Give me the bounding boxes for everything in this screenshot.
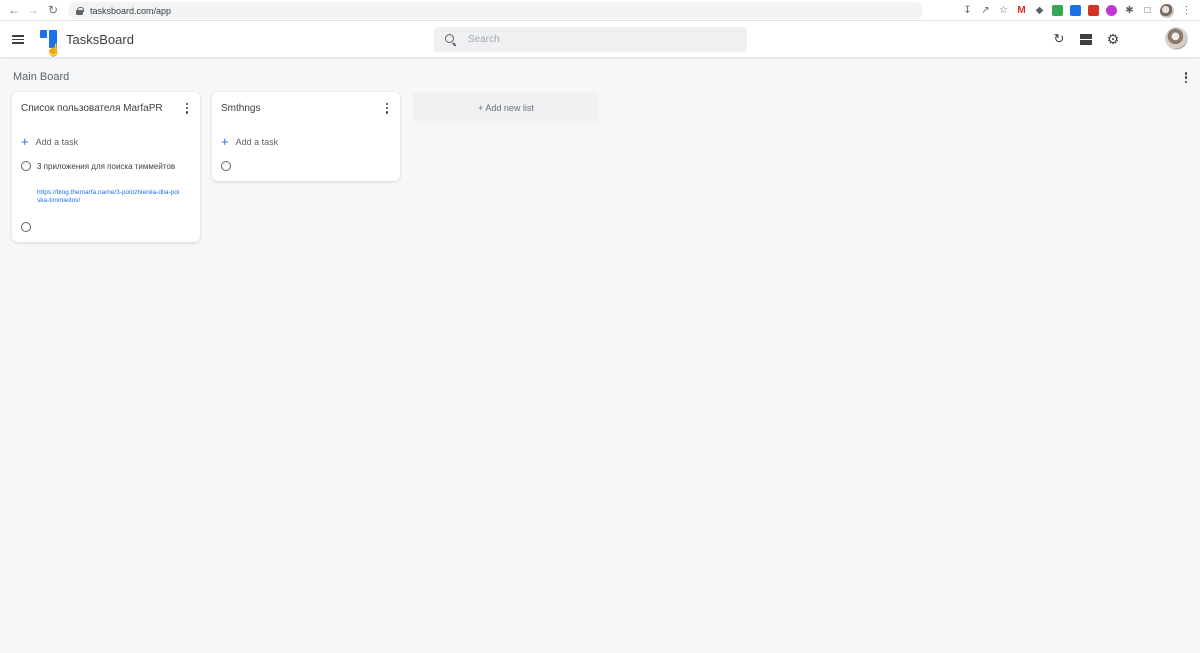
gear-icon[interactable]: ⚙ [1105,31,1121,47]
puzzle-icon[interactable]: ✱ [1124,5,1135,16]
plus-icon: + [221,134,229,149]
list-options-icon[interactable] [384,102,390,114]
new-task-checkbox[interactable] [221,161,231,171]
app-name[interactable]: TasksBoard [66,32,134,47]
board-options-icon[interactable] [1181,71,1191,84]
browser-toolbar: ← → ↻ tasksboard.com/app ↧ ↗ ☆ M ◆ ✱ □ ⋮ [0,0,1200,21]
add-new-list-button[interactable]: + Add new list [413,92,599,123]
diamond-extension-icon[interactable]: ◆ [1034,5,1045,16]
search-input[interactable] [468,34,728,45]
extension-toolbar: ↧ ↗ ☆ M ◆ ✱ □ ⋮ [962,0,1192,21]
board-title[interactable]: Main Board [13,71,69,83]
green-extension-icon[interactable] [1052,5,1063,16]
share-icon[interactable]: ↗ [980,5,991,16]
lock-icon [76,6,84,15]
kebab-menu-icon[interactable]: ⋮ [1181,5,1192,16]
layout-view-icon[interactable] [1078,31,1094,47]
red-extension-icon[interactable] [1088,5,1099,16]
search-icon [445,33,457,46]
install-icon[interactable]: ↧ [962,5,973,16]
new-task-checkbox[interactable] [21,222,31,232]
url-text: tasksboard.com/app [90,5,172,16]
list-options-icon[interactable] [184,102,190,114]
pink-extension-icon[interactable] [1106,5,1117,16]
plus-icon: + [21,134,29,149]
task-link[interactable]: https://blog.themarfa.name/3-polozhienii… [37,189,182,205]
profile-icon[interactable] [1160,3,1174,18]
refresh-icon[interactable]: ↻ [1051,31,1067,47]
list-title[interactable]: Smthngs [221,103,260,114]
forward-icon[interactable]: → [23,0,43,21]
gmail-extension-icon[interactable]: M [1016,5,1027,16]
side-panel-icon[interactable]: □ [1142,5,1153,16]
blue-extension-icon[interactable] [1070,5,1081,16]
pointer-cursor-icon: ☝ [46,43,61,57]
app-header: TasksBoard ↻ ⚙ [0,21,1200,58]
add-task-button[interactable]: + Add a task [21,135,78,148]
back-icon[interactable]: ← [4,0,24,21]
search-bar[interactable] [434,27,747,52]
add-task-button[interactable]: + Add a task [221,135,278,148]
add-task-label: Add a task [235,136,279,147]
task-title[interactable]: 3 приложения для поиска тиммейтов [37,160,182,173]
task-list: Список пользователя MarfaPR + Add a task… [12,92,200,242]
address-bar[interactable]: tasksboard.com/app [68,2,923,19]
add-task-label: Add a task [35,136,79,147]
task-checkbox[interactable] [21,161,31,171]
list-title[interactable]: Список пользователя MarfaPR [21,103,163,114]
task-list: Smthngs + Add a task [212,92,400,181]
bookmark-star-icon[interactable]: ☆ [998,5,1009,16]
hamburger-menu-icon[interactable] [12,35,24,44]
avatar[interactable] [1165,27,1188,50]
reload-icon[interactable]: ↻ [43,0,63,21]
